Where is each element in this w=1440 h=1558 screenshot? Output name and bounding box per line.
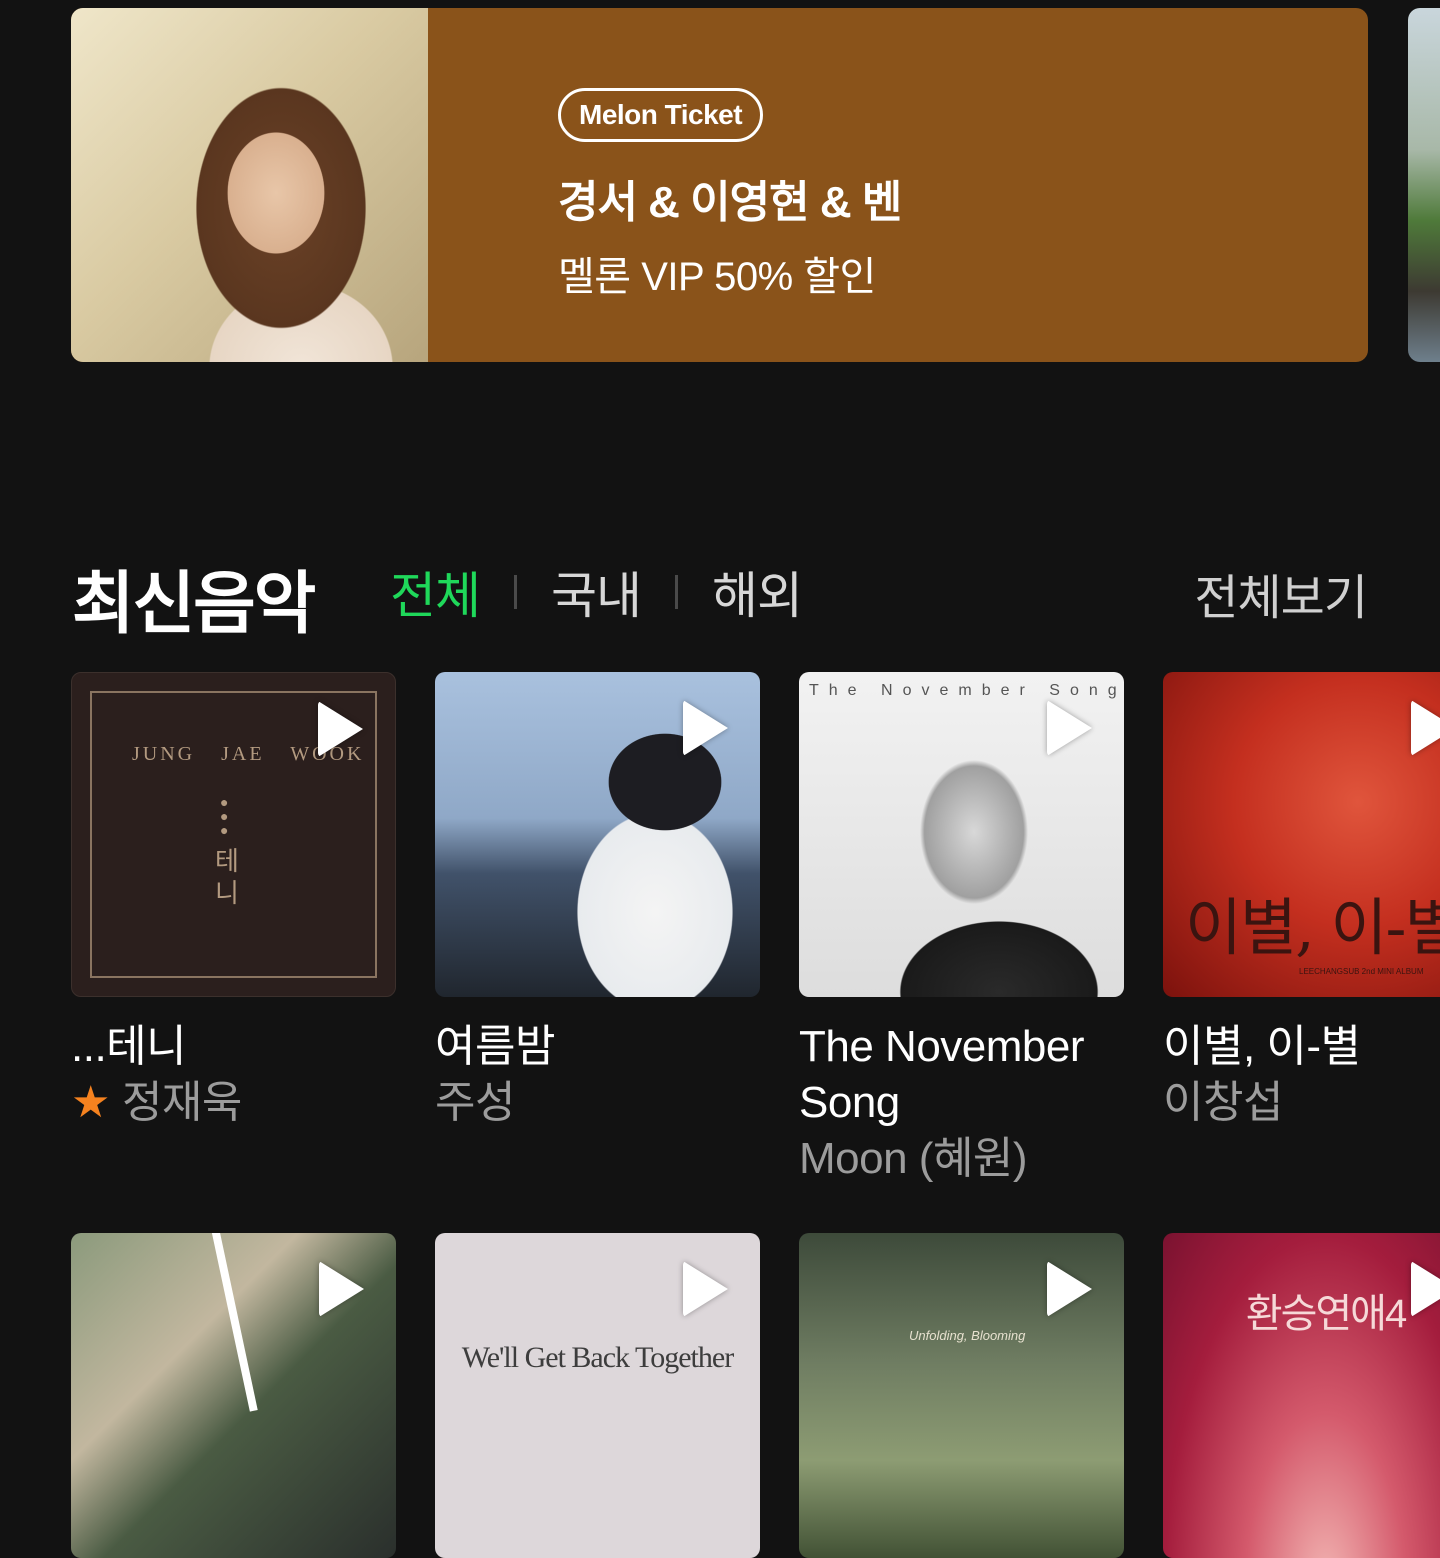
next-banner-peek[interactable]	[1408, 8, 1440, 362]
tab-domestic[interactable]: 국내	[551, 556, 642, 628]
album-card[interactable]: JUNG JAE WOOK ● ● ● 테니 ...테니 ★ 정재욱	[71, 672, 396, 1131]
play-icon[interactable]	[683, 700, 728, 756]
album-card[interactable]: The November Song The November Song Moon…	[799, 672, 1124, 1187]
artist-name[interactable]: ★ 정재욱	[71, 1075, 396, 1131]
tab-all[interactable]: 전체	[390, 556, 481, 628]
album-cover[interactable]: JUNG JAE WOOK ● ● ● 테니	[71, 672, 396, 997]
cover-text: The November Song	[809, 682, 1124, 699]
star-icon: ★	[71, 1078, 110, 1127]
album-card[interactable]: 이별, 이-별 LEECHANGSUB 2nd MINI ALBUM 이별, 이…	[1163, 672, 1440, 1131]
cover-subtext: LEECHANGSUB 2nd MINI ALBUM	[1299, 967, 1424, 976]
banner-text: Melon Ticket 경서 & 이영현 & 벤 멜론 VIP 50% 할인	[558, 88, 902, 302]
album-cover[interactable]: The November Song	[799, 672, 1124, 997]
song-title[interactable]: 여름밤	[435, 1019, 760, 1075]
album-cover[interactable]: Unfolding, Blooming	[799, 1233, 1124, 1558]
section-title: 최신음악	[72, 566, 316, 642]
artist-name[interactable]: 이창섭	[1163, 1075, 1440, 1131]
melon-ticket-banner[interactable]: Melon Ticket 경서 & 이영현 & 벤 멜론 VIP 50% 할인	[71, 8, 1368, 362]
album-card[interactable]: We'll Get Back Together	[435, 1233, 760, 1558]
cover-text: 환승연애4	[1245, 1292, 1407, 1336]
album-card[interactable]: 여름밤 주성	[435, 672, 760, 1131]
tab-international[interactable]: 해외	[712, 556, 803, 628]
song-title[interactable]: ...테니	[71, 1019, 396, 1075]
play-icon[interactable]	[1411, 700, 1440, 756]
cover-divider	[208, 1233, 258, 1412]
play-icon[interactable]	[318, 701, 363, 757]
tab-divider	[675, 575, 678, 609]
play-icon[interactable]	[1047, 1261, 1092, 1317]
play-icon[interactable]	[1047, 700, 1092, 756]
album-cover[interactable]	[435, 672, 760, 997]
banner-title: 경서 & 이영현 & 벤	[558, 178, 902, 227]
cover-vertical-text: 테니	[215, 846, 239, 908]
album-cover[interactable]	[71, 1233, 396, 1558]
view-all-link[interactable]: 전체보기	[1194, 558, 1368, 628]
song-title[interactable]: The November Song	[799, 1019, 1124, 1131]
album-cover[interactable]: 환승연애4	[1163, 1233, 1440, 1558]
cover-text: Unfolding, Blooming	[909, 1328, 1026, 1343]
banner-subtitle: 멜론 VIP 50% 할인	[558, 255, 876, 299]
melon-ticket-badge: Melon Ticket	[558, 88, 764, 142]
album-card[interactable]	[71, 1233, 396, 1558]
play-icon[interactable]	[1411, 1261, 1440, 1317]
play-icon[interactable]	[319, 1261, 364, 1317]
album-card[interactable]: 환승연애4	[1163, 1233, 1440, 1558]
region-tabs: 전체 국내 해외	[390, 556, 803, 628]
artist-label: 정재욱	[121, 1078, 242, 1127]
cover-dots: ● ● ●	[220, 794, 229, 838]
artist-name[interactable]: 주성	[435, 1075, 760, 1131]
album-cover[interactable]: 이별, 이-별 LEECHANGSUB 2nd MINI ALBUM	[1163, 672, 1440, 997]
album-card[interactable]: Unfolding, Blooming	[799, 1233, 1124, 1558]
cover-text: We'll Get Back Together	[461, 1341, 734, 1374]
album-cover[interactable]: We'll Get Back Together	[435, 1233, 760, 1558]
artist-name[interactable]: Moon (혜원)	[799, 1131, 1124, 1187]
banner-artist-photo	[71, 8, 428, 362]
play-icon[interactable]	[683, 1261, 728, 1317]
cover-text: 이별, 이-별	[1185, 891, 1440, 964]
song-title[interactable]: 이별, 이-별	[1163, 1019, 1440, 1075]
tab-divider	[514, 575, 517, 609]
